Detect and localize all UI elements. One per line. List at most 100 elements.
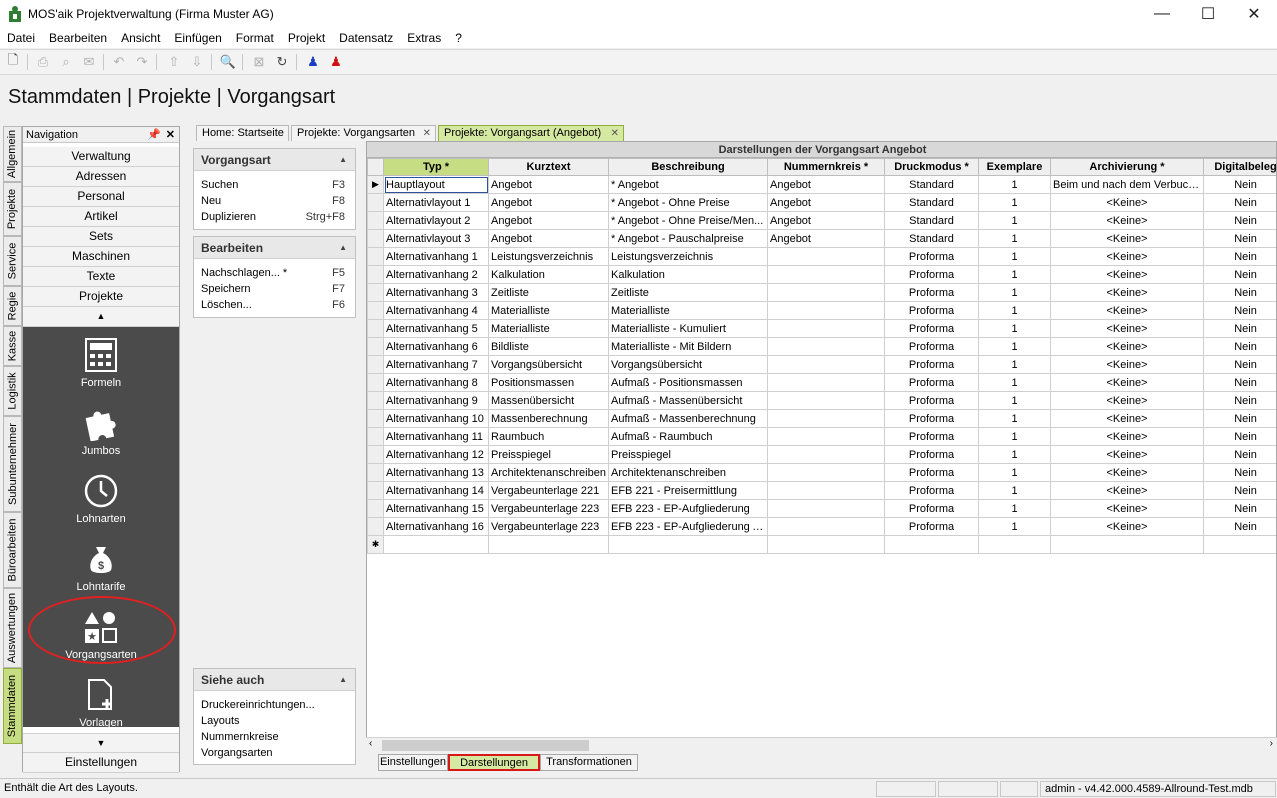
column-header[interactable]: Beschreibung	[608, 158, 768, 176]
print-preview-icon[interactable]: ⌕	[57, 53, 75, 71]
table-cell[interactable]: Vorgangsübersicht	[608, 355, 768, 374]
nav-item-formeln[interactable]: Formeln	[23, 327, 179, 395]
row-indicator[interactable]	[367, 481, 384, 500]
action-suchen[interactable]: Suchen F3	[194, 177, 355, 193]
table-cell[interactable]: 1	[978, 283, 1051, 302]
link-druckereinrichtungen[interactable]: Druckereinrichtungen...	[194, 697, 355, 713]
table-cell[interactable]: 1	[978, 355, 1051, 374]
table-cell[interactable]: Hauptlayout	[383, 175, 489, 194]
table-cell[interactable]: <Keine>	[1050, 283, 1204, 302]
table-cell[interactable]: Proforma	[884, 499, 979, 518]
table-cell[interactable]: Alternativanhang 7	[383, 355, 489, 374]
vtab-logistik[interactable]: Logistik	[3, 366, 22, 416]
table-cell[interactable]: Nein	[1203, 481, 1276, 500]
nav-texte[interactable]: Texte	[23, 267, 179, 287]
tab-darstellungen[interactable]: Darstellungen	[448, 754, 540, 771]
collapse-icon[interactable]: ▲	[339, 237, 347, 259]
table-cell[interactable]: <Keine>	[1050, 373, 1204, 392]
nav-sets[interactable]: Sets	[23, 227, 179, 247]
table-cell[interactable]: Vergabeunterlage 223	[488, 517, 609, 536]
table-cell[interactable]: Proforma	[884, 391, 979, 410]
table-cell[interactable]: 1	[978, 481, 1051, 500]
nav-item-lohntarife[interactable]: $ Lohntarife	[23, 531, 179, 599]
table-cell[interactable]: Proforma	[884, 517, 979, 536]
menu-bearbeiten[interactable]: Bearbeiten	[42, 28, 114, 48]
table-cell[interactable]	[767, 463, 885, 482]
table-row[interactable]: Alternativanhang 8 Positionsmassen Aufmaß …	[367, 373, 1276, 392]
section-header[interactable]: Vorgangsart ▲	[194, 149, 355, 171]
table-cell[interactable]: Nein	[1203, 391, 1276, 410]
table-cell[interactable]: Alternativanhang 13	[383, 463, 489, 482]
table-cell[interactable]: Proforma	[884, 463, 979, 482]
tab-vorgangsart-angebot[interactable]: Projekte: Vorgangsart (Angebot) ✕	[438, 125, 624, 141]
row-indicator[interactable]	[367, 193, 384, 212]
table-cell[interactable]: Zeitliste	[608, 283, 768, 302]
table-cell[interactable]: Nein	[1203, 373, 1276, 392]
minimize-button[interactable]: —	[1139, 0, 1185, 28]
table-cell[interactable]: Alternativanhang 3	[383, 283, 489, 302]
table-cell[interactable]: Alternativanhang 5	[383, 319, 489, 338]
nav-einstellungen[interactable]: Einstellungen	[23, 753, 179, 773]
table-cell[interactable]	[884, 535, 979, 554]
table-cell[interactable]: Alternativlayout 2	[383, 211, 489, 230]
row-indicator[interactable]	[367, 445, 384, 464]
table-cell[interactable]	[488, 535, 609, 554]
table-row[interactable]: Alternativanhang 11 Raumbuch Aufmaß - Raum…	[367, 427, 1276, 446]
column-header[interactable]: Nummernkreis *	[767, 158, 885, 176]
table-cell[interactable]: Proforma	[884, 337, 979, 356]
table-cell[interactable]: 1	[978, 319, 1051, 338]
table-cell[interactable]	[767, 355, 885, 374]
table-cell[interactable]: Alternativanhang 10	[383, 409, 489, 428]
table-row[interactable]: Alternativanhang 13 Architektenanschreibe…	[367, 463, 1276, 482]
close-button[interactable]: ✕	[1231, 0, 1277, 28]
tab-einstellungen[interactable]: Einstellungen	[378, 754, 448, 771]
row-indicator[interactable]	[367, 229, 384, 248]
table-cell[interactable]: 1	[978, 427, 1051, 446]
scroll-up-icon[interactable]: ▲	[23, 307, 179, 327]
arrow-down-icon[interactable]: ⇩	[188, 53, 206, 71]
table-cell[interactable]: Nein	[1203, 427, 1276, 446]
menu-format[interactable]: Format	[229, 28, 281, 48]
new-row-icon[interactable]: ✱	[367, 535, 384, 554]
table-cell[interactable]: Proforma	[884, 373, 979, 392]
nav-maschinen[interactable]: Maschinen	[23, 247, 179, 267]
row-indicator[interactable]	[367, 319, 384, 338]
table-cell[interactable]: Standard	[884, 211, 979, 230]
table-cell[interactable]: Materialliste	[488, 301, 609, 320]
table-cell[interactable]	[767, 445, 885, 464]
vtab-stammdaten[interactable]: Stammdaten	[3, 668, 22, 744]
table-cell[interactable]: Nein	[1203, 517, 1276, 536]
table-cell[interactable]: Alternativanhang 12	[383, 445, 489, 464]
table-cell[interactable]: * Angebot - Pauschalpreise	[608, 229, 768, 248]
new-document-icon[interactable]: 🗋	[4, 52, 22, 71]
table-cell[interactable]: Nein	[1203, 283, 1276, 302]
table-cell[interactable]: Alternativanhang 2	[383, 265, 489, 284]
table-cell[interactable]: Standard	[884, 229, 979, 248]
column-header[interactable]: Digitalbeleg	[1203, 158, 1276, 176]
user-red-icon[interactable]: ♟	[327, 53, 345, 71]
table-cell[interactable]: <Keine>	[1050, 247, 1204, 266]
collapse-icon[interactable]: ▲	[339, 149, 347, 171]
table-cell[interactable]: 1	[978, 175, 1051, 194]
section-header[interactable]: Bearbeiten ▲	[194, 237, 355, 259]
row-indicator[interactable]	[367, 301, 384, 320]
table-cell[interactable]: Nein	[1203, 445, 1276, 464]
table-cell[interactable]: Proforma	[884, 409, 979, 428]
table-cell[interactable]	[767, 427, 885, 446]
link-nummernkreise[interactable]: Nummernkreise	[194, 729, 355, 745]
nav-item-jumbos[interactable]: Jumbos	[23, 395, 179, 463]
table-cell[interactable]: Angebot	[488, 193, 609, 212]
table-cell[interactable]: Angebot	[767, 229, 885, 248]
table-cell[interactable]: Aufmaß - Massenübersicht	[608, 391, 768, 410]
close-panel-icon[interactable]: ✕	[166, 127, 175, 143]
table-cell[interactable]	[767, 337, 885, 356]
user-blue-icon[interactable]: ♟	[304, 53, 322, 71]
table-cell[interactable]	[767, 319, 885, 338]
table-cell[interactable]: 1	[978, 409, 1051, 428]
table-cell[interactable]: Proforma	[884, 481, 979, 500]
table-cell[interactable]	[767, 499, 885, 518]
table-cell[interactable]	[767, 391, 885, 410]
row-indicator[interactable]	[367, 517, 384, 536]
table-cell[interactable]	[767, 283, 885, 302]
table-cell[interactable]: <Keine>	[1050, 193, 1204, 212]
